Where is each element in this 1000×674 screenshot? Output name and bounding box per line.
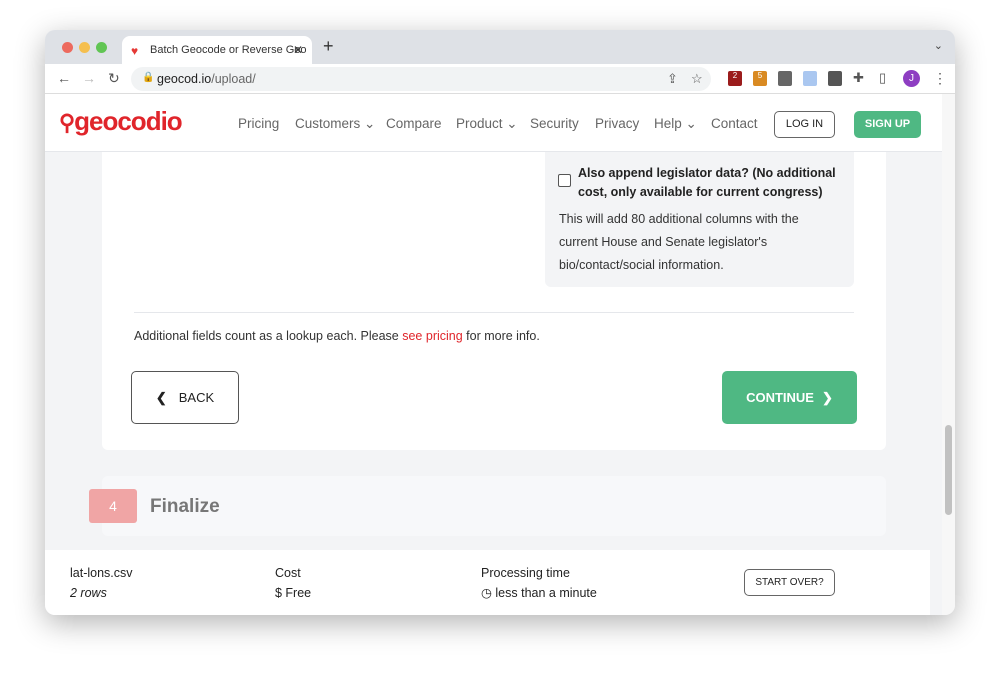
processing-time-label: Processing time <box>481 566 570 580</box>
extension-shield-icon[interactable]: 2 <box>728 71 742 86</box>
options-card: Also append legislator data? (No additio… <box>102 152 886 450</box>
menu-kebab-icon[interactable]: ⋮ <box>933 70 947 87</box>
legislator-description: This will add 80 additional columns with… <box>559 212 799 272</box>
nav-help[interactable]: Help ⌄ <box>654 116 697 132</box>
url-path: /upload/ <box>211 72 256 86</box>
see-pricing-link[interactable]: see pricing <box>402 329 462 343</box>
time-text: less than a minute <box>495 586 597 600</box>
signup-button[interactable]: SIGN UP <box>854 111 921 138</box>
nav-help-label: Help <box>654 116 682 131</box>
site-header: ⚲geocodio Pricing Customers ⌄ Compare Pr… <box>45 94 942 152</box>
lock-icon: 🔒 <box>142 72 155 83</box>
reload-icon[interactable]: ↻ <box>108 70 120 87</box>
step-title: Finalize <box>150 496 220 517</box>
summary-footer: lat-lons.csv 2 rows Cost $ Free Processi… <box>45 550 930 615</box>
note-text: Additional fields count as a lookup each… <box>134 329 403 343</box>
legislator-label[interactable]: Also append legislator data? (No additio… <box>578 164 840 202</box>
new-tab-button[interactable]: + <box>323 36 334 57</box>
profile-avatar[interactable]: J <box>903 70 920 87</box>
nav-customers-label: Customers <box>295 116 361 131</box>
tab-title: Batch Geocode or Reverse Geo <box>150 44 307 56</box>
scrollbar-thumb[interactable] <box>945 425 952 515</box>
scrollbar[interactable] <box>942 94 955 615</box>
geocodio-logo[interactable]: ⚲geocodio <box>59 106 183 137</box>
clock-icon: ◷ <box>481 586 492 600</box>
logo-text: geocodio <box>74 106 183 136</box>
nav-security[interactable]: Security <box>530 116 579 131</box>
geocodio-favicon-icon: ♥ <box>131 44 139 58</box>
back-label: BACK <box>178 390 215 405</box>
divider <box>134 312 854 313</box>
step-number-badge: 4 <box>89 489 137 523</box>
processing-time-value: ◷ less than a minute <box>481 585 597 600</box>
legislator-option: Also append legislator data? (No additio… <box>545 152 854 287</box>
pricing-note: Additional fields count as a lookup each… <box>134 329 540 343</box>
forward-arrow-icon[interactable]: → <box>82 70 96 86</box>
side-panel-icon[interactable]: ▯ <box>879 70 886 86</box>
back-button[interactable]: ❮ BACK <box>131 371 239 424</box>
chevron-right-icon: ❯ <box>821 390 833 405</box>
extension-h-icon[interactable] <box>828 71 842 86</box>
close-window-button[interactable] <box>62 42 73 53</box>
tab-search-chevron-icon[interactable]: ⌄ <box>934 39 943 52</box>
maximize-window-button[interactable] <box>96 42 107 53</box>
bookmark-star-icon[interactable]: ☆ <box>691 71 703 87</box>
nav-compare[interactable]: Compare <box>386 116 442 131</box>
filename: lat-lons.csv <box>70 566 133 580</box>
close-tab-icon[interactable]: ✕ <box>293 43 303 57</box>
nav-customers[interactable]: Customers ⌄ <box>295 116 375 132</box>
nav-product-label: Product <box>456 116 503 131</box>
chevron-down-icon: ⌄ <box>685 116 697 131</box>
extensions-puzzle-icon[interactable]: ✚ <box>853 70 864 86</box>
url-host: geocod.io <box>157 72 212 86</box>
start-over-button[interactable]: START OVER? <box>744 569 835 596</box>
continue-button[interactable]: CONTINUE ❯ <box>722 371 857 424</box>
nav-privacy[interactable]: Privacy <box>595 116 639 131</box>
chevron-down-icon: ⌄ <box>364 116 376 131</box>
extension-doc-icon[interactable] <box>803 71 817 86</box>
nav-contact[interactable]: Contact <box>711 116 758 131</box>
browser-tab[interactable]: ♥ Batch Geocode or Reverse Geo ✕ <box>122 36 312 64</box>
minimize-window-button[interactable] <box>79 42 90 53</box>
extension-badge-icon[interactable]: 5 <box>753 71 767 86</box>
tab-bar: ♥ Batch Geocode or Reverse Geo ✕ + ⌄ <box>45 30 955 64</box>
login-button[interactable]: LOG IN <box>774 111 835 138</box>
back-arrow-icon[interactable]: ← <box>57 70 71 86</box>
nav-product[interactable]: Product ⌄ <box>456 116 518 132</box>
address-toolbar: ← → ↻ 🔒 geocod.io/upload/ ⇪ ☆ 2 5 ✚ ▯ J … <box>45 64 955 94</box>
browser-window: ♥ Batch Geocode or Reverse Geo ✕ + ⌄ ← →… <box>45 30 955 615</box>
cost-label: Cost <box>275 566 301 580</box>
cost-value: $ Free <box>275 586 312 600</box>
nav-pricing[interactable]: Pricing <box>238 116 279 131</box>
chevron-down-icon: ⌄ <box>506 116 518 131</box>
continue-label: CONTINUE <box>746 390 814 405</box>
row-count: 2 rows <box>70 586 107 600</box>
legislator-checkbox[interactable] <box>558 174 571 187</box>
extension-s-icon[interactable] <box>778 71 792 86</box>
note-text-end: for more info. <box>462 329 540 343</box>
share-icon[interactable]: ⇪ <box>667 71 678 87</box>
chevron-left-icon: ❮ <box>155 390 167 405</box>
url-bar[interactable]: 🔒 geocod.io/upload/ ⇪ ☆ <box>131 67 711 91</box>
